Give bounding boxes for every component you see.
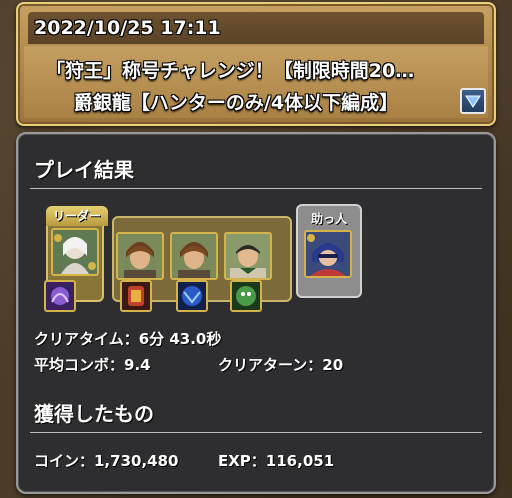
coins-earned: コイン：1,730,480: [34, 452, 179, 470]
helper-label: 助っ人: [310, 212, 347, 226]
leader-monster-icon[interactable]: [51, 228, 99, 276]
sub-monster-3-icon[interactable]: [224, 232, 272, 280]
dungeon-title: 「狩王」称号チャレンジ！【制限時間20…: [46, 60, 415, 82]
clear-time: クリアタイム：6分 43.0秒: [34, 330, 222, 348]
expand-button[interactable]: [460, 88, 486, 114]
sub-assist-1-icon[interactable]: [120, 280, 152, 312]
leader-label: リーダー: [46, 206, 108, 226]
dungeon-title-area: 「狩王」称号チャレンジ！【制限時間20… 爵銀龍【ハンターのみ/4体以下編成】: [24, 46, 488, 118]
leader-assist-icon[interactable]: [44, 280, 76, 312]
average-combo: 平均コンボ：9.4: [34, 356, 151, 374]
play-date: 2022/10/25 17:11: [28, 12, 484, 44]
sub-assist-2-icon[interactable]: [176, 280, 208, 312]
play-result-heading: プレイ結果: [34, 158, 134, 182]
divider: [30, 432, 482, 433]
helper-slot[interactable]: 助っ人: [296, 204, 362, 298]
sub-monster-2-icon[interactable]: [170, 232, 218, 280]
divider: [30, 188, 482, 189]
exp-earned: EXP：116,051: [218, 452, 335, 470]
helper-monster-icon[interactable]: [304, 230, 352, 278]
sub-monster-1-icon[interactable]: [116, 232, 164, 280]
dungeon-subtitle: 爵銀龍【ハンターのみ/4体以下編成】: [73, 92, 399, 114]
dungeon-header-banner: 2022/10/25 17:11 「狩王」称号チャレンジ！【制限時間20… 爵銀…: [16, 2, 496, 126]
result-panel: プレイ結果 リーダー 助っ人 クリアタイム：6分 43.0秒 平均コンボ：9.4…: [16, 132, 496, 494]
triangle-down-icon: [465, 95, 481, 108]
clear-turns: クリアターン：20: [218, 356, 344, 374]
rewards-heading: 獲得したもの: [34, 402, 154, 426]
sub-assist-3-icon[interactable]: [230, 280, 262, 312]
